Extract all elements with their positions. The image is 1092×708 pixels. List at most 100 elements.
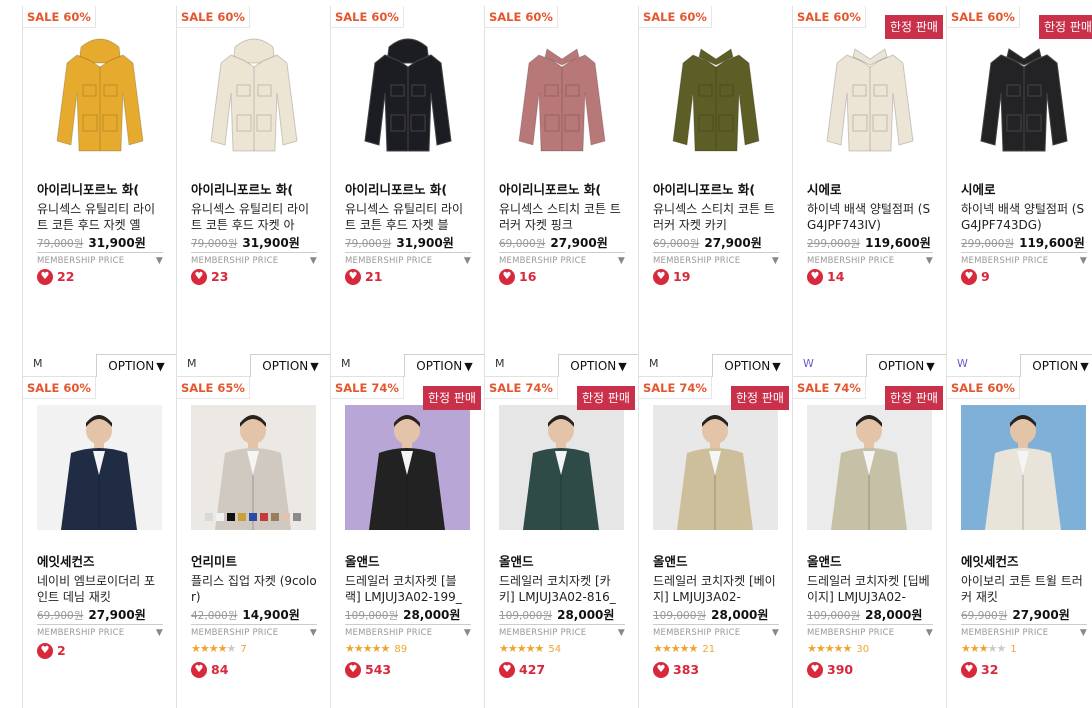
brand-name[interactable]: 언리미트	[191, 551, 317, 570]
product-card[interactable]: SALE 60% 아이리니포르노 화(유니섹스 유틸리티 라이트 코튼 후드 자…	[177, 6, 331, 377]
heart-icon[interactable]: ♥	[961, 661, 977, 678]
heart-icon[interactable]: ♥	[807, 661, 823, 678]
product-image[interactable]	[345, 33, 471, 159]
product-name[interactable]: 유니섹스 스티치 코튼 트러커 자켓 카키	[653, 201, 779, 235]
brand-name[interactable]: 아이리니포르노 화(	[653, 179, 779, 198]
product-name[interactable]: 드레일러 코치자켓 [카키] LMJUJ3A02-816_G	[499, 573, 625, 607]
heart-icon[interactable]: ♥	[499, 268, 515, 285]
option-dropdown[interactable]: OPTION ▼	[250, 354, 330, 377]
product-name[interactable]: 하이넥 배색 양털점퍼 (SG4JPF743DG)	[961, 201, 1087, 235]
membership-price-toggle[interactable]: MEMBERSHIP PRICE ▼	[961, 252, 1087, 268]
like-count[interactable]: ♥ 14	[807, 268, 844, 285]
product-image[interactable]	[191, 405, 316, 530]
product-image[interactable]	[961, 405, 1086, 530]
product-name[interactable]: 유니섹스 유틸리티 라이트 코튼 후드 자켓 아	[191, 201, 317, 235]
heart-icon[interactable]: ♥	[345, 661, 361, 678]
heart-icon[interactable]: ♥	[37, 268, 53, 285]
product-image[interactable]	[499, 405, 624, 530]
brand-name[interactable]: 에잇세컨즈	[37, 551, 163, 570]
option-dropdown[interactable]: OPTION ▼	[404, 354, 484, 377]
product-image[interactable]	[499, 33, 625, 159]
heart-icon[interactable]: ♥	[345, 268, 361, 285]
membership-price-toggle[interactable]: MEMBERSHIP PRICE ▼	[807, 252, 933, 268]
membership-price-toggle[interactable]: MEMBERSHIP PRICE ▼	[37, 624, 163, 640]
like-count[interactable]: ♥ 23	[191, 268, 228, 285]
option-dropdown[interactable]: OPTION ▼	[1020, 354, 1092, 377]
brand-name[interactable]: 올앤드	[499, 551, 625, 570]
product-card[interactable]: SALE 60% 에잇세컨즈 아이보리 코튼 트윌 트러커 재킷 69,900원 27…	[947, 377, 1092, 708]
heart-icon[interactable]: ♥	[961, 268, 977, 285]
brand-name[interactable]: 아이리니포르노 화(	[499, 179, 625, 198]
like-count[interactable]: ♥ 84	[191, 661, 228, 678]
like-count[interactable]: ♥ 16	[499, 268, 536, 285]
product-name[interactable]: 하이넥 배색 양털점퍼 (SG4JPF743IV)	[807, 201, 933, 235]
product-image[interactable]	[807, 33, 933, 159]
product-card[interactable]: SALE 60% 한정 판매 시에로 하이넥 배색 양털점퍼 (SG4JPF743D…	[947, 6, 1092, 377]
product-name[interactable]: 유니섹스 유틸리티 라이트 코튼 후드 자켓 옐	[37, 201, 163, 235]
like-count[interactable]: ♥ 390	[807, 661, 853, 678]
product-card[interactable]: SALE 60% 한정 판매 시에로 하이넥 배색 양털점퍼 (SG4JPF743I…	[793, 6, 947, 377]
brand-name[interactable]: 아이리니포르노 화(	[37, 179, 163, 198]
brand-name[interactable]: 올앤드	[345, 551, 471, 570]
like-count[interactable]: ♥ 427	[499, 661, 545, 678]
product-name[interactable]: 드레일러 코치자켓 [베이지] LMJUJ3A02-	[653, 573, 779, 607]
heart-icon[interactable]: ♥	[807, 268, 823, 285]
product-card[interactable]: SALE 74% 한정 판매 올앤드 드레일러 코치자켓 [베이지] LMJUJ3A…	[639, 377, 793, 708]
option-dropdown[interactable]: OPTION ▼	[712, 354, 792, 377]
product-image[interactable]	[345, 405, 470, 530]
brand-name[interactable]: 시에로	[807, 179, 933, 198]
product-name[interactable]: 유니섹스 스티치 코튼 트러커 자켓 핑크	[499, 201, 625, 235]
membership-price-toggle[interactable]: MEMBERSHIP PRICE ▼	[961, 624, 1087, 640]
product-name[interactable]: 네이비 엠브로이더리 포인트 데님 재킷	[37, 573, 163, 607]
product-card[interactable]: SALE 74% 한정 판매 올앤드 드레일러 코치자켓 [딥베이지] LMJUJ3…	[793, 377, 947, 708]
brand-name[interactable]: 올앤드	[653, 551, 779, 570]
like-count[interactable]: ♥ 19	[653, 268, 690, 285]
heart-icon[interactable]: ♥	[191, 661, 207, 678]
like-count[interactable]: ♥ 9	[961, 268, 990, 285]
membership-price-toggle[interactable]: MEMBERSHIP PRICE ▼	[37, 252, 163, 268]
option-dropdown[interactable]: OPTION ▼	[96, 354, 176, 377]
like-count[interactable]: ♥ 543	[345, 661, 391, 678]
product-name[interactable]: 플리스 집업 자켓 (9color)	[191, 573, 317, 607]
product-card[interactable]: SALE 60% 아이리니포르노 화(유니섹스 유틸리티 라이트 코튼 후드 자…	[331, 6, 485, 377]
like-count[interactable]: ♥ 22	[37, 268, 74, 285]
like-count[interactable]: ♥ 32	[961, 661, 998, 678]
brand-name[interactable]: 시에로	[961, 179, 1087, 198]
heart-icon[interactable]: ♥	[653, 661, 669, 678]
product-card[interactable]: SALE 60% 에잇세컨즈 네이비 엠브로이더리 포인트 데님 재킷 69,900…	[23, 377, 177, 708]
brand-name[interactable]: 아이리니포르노 화(	[345, 179, 471, 198]
brand-name[interactable]: 올앤드	[807, 551, 933, 570]
product-image[interactable]	[37, 405, 162, 530]
membership-price-toggle[interactable]: MEMBERSHIP PRICE ▼	[499, 252, 625, 268]
like-count[interactable]: ♥ 383	[653, 661, 699, 678]
product-name[interactable]: 유니섹스 유틸리티 라이트 코튼 후드 자켓 블	[345, 201, 471, 235]
membership-price-toggle[interactable]: MEMBERSHIP PRICE ▼	[807, 624, 933, 640]
product-name[interactable]: 드레일러 코치자켓 [블랙] LMJUJ3A02-199_G	[345, 573, 471, 607]
product-name[interactable]: 드레일러 코치자켓 [딥베이지] LMJUJ3A02-	[807, 573, 933, 607]
membership-price-toggle[interactable]: MEMBERSHIP PRICE ▼	[345, 252, 471, 268]
product-card[interactable]: SALE 60% 아이리니포르노 화(유니섹스 스티치 코튼 트러커 자켓 핑크…	[485, 6, 639, 377]
membership-price-toggle[interactable]: MEMBERSHIP PRICE ▼	[191, 624, 317, 640]
like-count[interactable]: ♥ 2	[37, 642, 66, 659]
membership-price-toggle[interactable]: MEMBERSHIP PRICE ▼	[653, 252, 779, 268]
product-image[interactable]	[653, 405, 778, 530]
heart-icon[interactable]: ♥	[653, 268, 669, 285]
option-dropdown[interactable]: OPTION ▼	[866, 354, 946, 377]
product-card[interactable]: SALE 74% 한정 판매 올앤드 드레일러 코치자켓 [블랙] LMJUJ3A0…	[331, 377, 485, 708]
product-image[interactable]	[807, 405, 932, 530]
membership-price-toggle[interactable]: MEMBERSHIP PRICE ▼	[653, 624, 779, 640]
like-count[interactable]: ♥ 21	[345, 268, 382, 285]
brand-name[interactable]: 아이리니포르노 화(	[191, 179, 317, 198]
product-card[interactable]: SALE 60% 아이리니포르노 화(유니섹스 스티치 코튼 트러커 자켓 카키…	[639, 6, 793, 377]
heart-icon[interactable]: ♥	[37, 642, 53, 659]
product-card[interactable]: SALE 60% 아이리니포르노 화(유니섹스 유틸리티 라이트 코튼 후드 자…	[23, 6, 177, 377]
brand-name[interactable]: 에잇세컨즈	[961, 551, 1087, 570]
product-image[interactable]	[961, 33, 1087, 159]
product-name[interactable]: 아이보리 코튼 트윌 트러커 재킷	[961, 573, 1087, 607]
product-card[interactable]: SALE 74% 한정 판매 올앤드 드레일러 코치자켓 [카키] LMJUJ3A0…	[485, 377, 639, 708]
heart-icon[interactable]: ♥	[191, 268, 207, 285]
product-image[interactable]	[653, 33, 779, 159]
membership-price-toggle[interactable]: MEMBERSHIP PRICE ▼	[191, 252, 317, 268]
membership-price-toggle[interactable]: MEMBERSHIP PRICE ▼	[345, 624, 471, 640]
product-image[interactable]	[191, 33, 317, 159]
